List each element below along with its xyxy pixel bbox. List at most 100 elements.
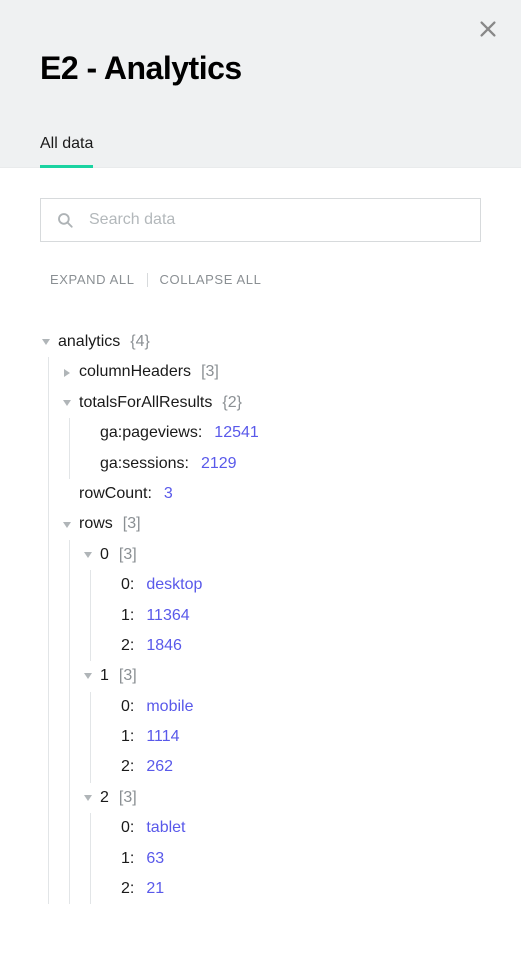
tree-key: ga:sessions: bbox=[100, 453, 189, 475]
tree-node: rowCount: 3 bbox=[61, 479, 481, 509]
page-title: E2 - Analytics bbox=[40, 0, 481, 135]
tree-node: totalsForAllResults {2} ga:pageviews: 12541… bbox=[61, 388, 481, 479]
tree-meta: [3] bbox=[123, 513, 141, 535]
tree-children: columnHeaders [3] totalsForAllResults {2} ga… bbox=[48, 357, 481, 904]
tree-key: 2: bbox=[121, 635, 134, 657]
tree-key: 2: bbox=[121, 878, 134, 900]
tree-meta: [3] bbox=[119, 544, 137, 566]
tree-key: ga:pageviews: bbox=[100, 422, 202, 444]
tree-children: 0: tablet 1: 63 2: 21 bbox=[90, 813, 481, 904]
tree-row: 1: 63 bbox=[103, 844, 481, 874]
tree-node: rows[3]0[3]0:desktop1:113642:18461[3]0:m… bbox=[61, 509, 481, 904]
tree-children: 0: mobile 1: 1114 2: 262 bbox=[90, 692, 481, 783]
tree-row: 0: mobile bbox=[103, 692, 481, 722]
tree-meta: {4} bbox=[130, 331, 150, 353]
tree-key: 0: bbox=[121, 574, 134, 596]
tree-meta: {2} bbox=[222, 392, 242, 414]
tree-node: 2: 21 bbox=[103, 874, 481, 904]
tree-value: 262 bbox=[146, 756, 173, 778]
tree-node: 1: 63 bbox=[103, 844, 481, 874]
action-separator bbox=[147, 273, 148, 287]
tree-value: 11364 bbox=[146, 605, 189, 627]
tree-row: totalsForAllResults {2} bbox=[61, 388, 481, 418]
tree-value: 2129 bbox=[201, 453, 237, 475]
tree-node: 1: 1114 bbox=[103, 722, 481, 752]
tree-row: ga:sessions: 2129 bbox=[82, 449, 481, 479]
tree-children: ga:pageviews: 12541 ga:sessions: 2129 bbox=[69, 418, 481, 479]
collapse-all-button[interactable]: COLLAPSE ALL bbox=[160, 272, 262, 287]
tree-value: 3 bbox=[164, 483, 173, 505]
tree-node: 0: mobile bbox=[103, 692, 481, 722]
tree-key: 1: bbox=[121, 605, 134, 627]
tree-node: 1 [3] 0: mobile 1: 1114 2: 262 bbox=[82, 661, 481, 783]
tree-key: 2 bbox=[100, 787, 109, 809]
tree-node: 0: tablet bbox=[103, 813, 481, 843]
tree-key: columnHeaders bbox=[79, 361, 191, 383]
tree-children: 0: desktop 1: 11364 2: 1846 bbox=[90, 570, 481, 661]
tree-row: rowCount: 3 bbox=[61, 479, 481, 509]
tabs: All data bbox=[40, 135, 481, 167]
tree-value: 63 bbox=[146, 848, 164, 870]
tree-value: 1114 bbox=[146, 726, 179, 748]
tree-value: 21 bbox=[146, 878, 164, 900]
search-input[interactable] bbox=[40, 198, 481, 242]
tree-node: ga:pageviews: 12541 bbox=[82, 418, 481, 448]
tree-key: analytics bbox=[58, 331, 120, 353]
tree-row: analytics {4} bbox=[40, 327, 481, 357]
chevron-down-icon[interactable] bbox=[40, 336, 52, 348]
tree-key: rows bbox=[79, 513, 113, 535]
tree-row: 0 [3] bbox=[82, 540, 481, 570]
tree-meta: [3] bbox=[119, 665, 137, 687]
chevron-down-icon[interactable] bbox=[82, 549, 94, 561]
tree-key: 0 bbox=[100, 544, 109, 566]
tree-meta: [3] bbox=[119, 787, 137, 809]
tree-row: 2 [3] bbox=[82, 783, 481, 813]
tree-key: 1: bbox=[121, 726, 134, 748]
search-icon bbox=[56, 211, 74, 229]
tree-node: ga:sessions: 2129 bbox=[82, 449, 481, 479]
tree-key: 0: bbox=[121, 817, 134, 839]
tree-node: 1: 11364 bbox=[103, 601, 481, 631]
tree-row: 0: tablet bbox=[103, 813, 481, 843]
tree-node: 0: desktop bbox=[103, 570, 481, 600]
chevron-right-icon[interactable] bbox=[61, 367, 73, 379]
tree-value: tablet bbox=[146, 817, 185, 839]
tree-value: 12541 bbox=[214, 422, 259, 444]
tree-value: 1846 bbox=[146, 635, 182, 657]
tree-key: 1: bbox=[121, 848, 134, 870]
tree-value: mobile bbox=[146, 696, 193, 718]
tree-key: 0: bbox=[121, 696, 134, 718]
tab-all-data[interactable]: All data bbox=[40, 135, 93, 167]
tree-node: columnHeaders [3] bbox=[61, 357, 481, 387]
tree-node: 2 [3] 0: tablet 1: 63 2: 21 bbox=[82, 783, 481, 905]
tree-row: 2: 1846 bbox=[103, 631, 481, 661]
tree-node: 2: 262 bbox=[103, 752, 481, 782]
close-icon[interactable] bbox=[477, 18, 499, 40]
tree-row: 1: 1114 bbox=[103, 722, 481, 752]
tree-key: totalsForAllResults bbox=[79, 392, 212, 414]
chevron-down-icon[interactable] bbox=[61, 519, 73, 531]
tree-value: desktop bbox=[146, 574, 202, 596]
expand-all-button[interactable]: EXPAND ALL bbox=[50, 272, 135, 287]
tree-node: 2: 1846 bbox=[103, 631, 481, 661]
tree-row: rows [3] bbox=[61, 509, 481, 539]
tree-key: 1 bbox=[100, 665, 109, 687]
tree-row: 1 [3] bbox=[82, 661, 481, 691]
chevron-down-icon[interactable] bbox=[82, 670, 94, 682]
chevron-down-icon[interactable] bbox=[61, 397, 73, 409]
tree-meta: [3] bbox=[201, 361, 219, 383]
chevron-down-icon[interactable] bbox=[82, 792, 94, 804]
tree-key: rowCount: bbox=[79, 483, 152, 505]
tree-node: analytics {4} columnHeaders [3] totalsForAll… bbox=[40, 327, 481, 904]
tree-node: 0 [3] 0: desktop 1: 11364 2: 1846 bbox=[82, 540, 481, 662]
tree-children: 0 [3] 0: desktop 1: 11364 2: 1846 1 [3] 0: mobile 1:… bbox=[69, 540, 481, 905]
tree-row: columnHeaders [3] bbox=[61, 357, 481, 387]
tree-row: 1: 11364 bbox=[103, 601, 481, 631]
tree-row: 2: 21 bbox=[103, 874, 481, 904]
tree-actions: EXPAND ALL COLLAPSE ALL bbox=[40, 272, 481, 287]
search-field bbox=[40, 198, 481, 242]
tree-row: 2: 262 bbox=[103, 752, 481, 782]
tree-key: 2: bbox=[121, 756, 134, 778]
tree-row: 0: desktop bbox=[103, 570, 481, 600]
json-tree: analytics {4} columnHeaders [3] totalsForAll… bbox=[40, 327, 481, 904]
